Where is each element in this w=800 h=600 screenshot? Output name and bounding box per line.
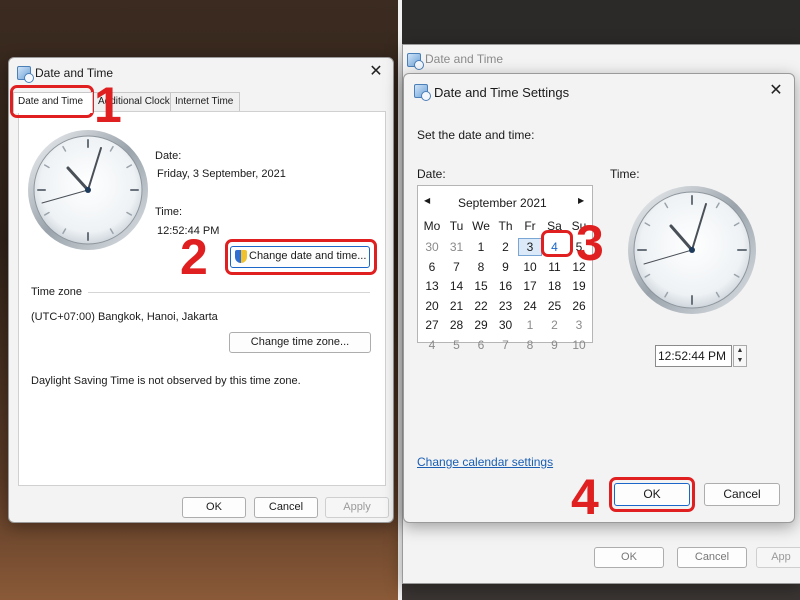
calendar-day[interactable]: 2 <box>494 238 518 256</box>
date-time-app-icon <box>407 53 424 70</box>
settings-title-bar: Date and Time Settings ✕ <box>404 74 794 104</box>
calendar-day[interactable]: 16 <box>494 277 518 295</box>
calendar-day[interactable]: 10 <box>518 258 542 276</box>
tab-date-and-time[interactable]: Date and Time <box>13 92 93 113</box>
timezone-value: (UTC+07:00) Bangkok, Hanoi, Jakarta <box>31 311 218 323</box>
calendar-day[interactable]: 18 <box>543 277 567 295</box>
calendar-day[interactable]: 30 <box>494 316 518 334</box>
step-number-2: 2 <box>180 229 208 285</box>
weekday-header: We <box>472 219 490 233</box>
calendar-day[interactable]: 14 <box>445 277 469 295</box>
tab-internet-time[interactable]: Internet Time <box>170 92 240 112</box>
step-number-4: 4 <box>571 469 599 525</box>
weekday-header: Tu <box>449 219 464 233</box>
calendar-day[interactable]: 5 <box>445 336 469 354</box>
next-month-icon[interactable]: ▶ <box>578 196 584 205</box>
calendar-day[interactable]: 15 <box>469 277 493 295</box>
calendar-day[interactable]: 9 <box>494 258 518 276</box>
calendar-day[interactable]: 3 <box>518 238 542 256</box>
spin-up-icon[interactable]: ▲ <box>734 346 746 356</box>
close-icon[interactable]: ✕ <box>366 62 386 82</box>
calendar-day[interactable]: 24 <box>518 297 542 315</box>
analog-clock <box>26 128 150 252</box>
calendar-day[interactable]: 10 <box>567 336 591 354</box>
spin-down-icon[interactable]: ▼ <box>734 356 746 366</box>
step-number-1: 1 <box>94 77 122 133</box>
calendar-day[interactable]: 22 <box>469 297 493 315</box>
change-time-zone-button[interactable]: Change time zone... <box>229 332 371 353</box>
highlight-day-4 <box>541 230 573 257</box>
background-cancel-button[interactable]: Cancel <box>677 547 747 568</box>
calendar-day[interactable]: 6 <box>420 258 444 276</box>
calendar-day[interactable]: 11 <box>543 258 567 276</box>
calendar-day[interactable]: 17 <box>518 277 542 295</box>
dst-note: Daylight Saving Time is not observed by … <box>31 375 301 387</box>
settings-cancel-button[interactable]: Cancel <box>704 483 780 506</box>
weekday-header: Mo <box>423 219 441 233</box>
calendar-day[interactable]: 3 <box>567 316 591 334</box>
calendar-day[interactable]: 29 <box>469 316 493 334</box>
date-time-app-icon <box>17 66 34 83</box>
ok-button[interactable]: OK <box>182 497 246 518</box>
step-number-3: 3 <box>576 215 604 271</box>
calendar-day[interactable]: 21 <box>445 297 469 315</box>
calendar-day[interactable]: 30 <box>420 238 444 256</box>
calendar-day[interactable]: 8 <box>518 336 542 354</box>
calendar-day[interactable]: 19 <box>567 277 591 295</box>
calendar-day[interactable]: 7 <box>445 258 469 276</box>
calendar-month-header[interactable]: September 2021 <box>458 196 547 210</box>
calendar-day[interactable]: 13 <box>420 277 444 295</box>
calendar-day[interactable]: 27 <box>420 316 444 334</box>
change-calendar-settings-link[interactable]: Change calendar settings <box>417 455 553 469</box>
calendar-day[interactable]: 6 <box>469 336 493 354</box>
timezone-heading: Time zone <box>31 286 82 298</box>
weekday-header: Fr <box>524 219 536 233</box>
highlight-ok-button <box>609 477 695 512</box>
settings-date-label: Date: <box>417 167 446 181</box>
prev-month-icon[interactable]: ◀ <box>424 196 430 205</box>
calendar-day[interactable]: 20 <box>420 297 444 315</box>
calendar-day[interactable]: 2 <box>543 316 567 334</box>
timezone-divider <box>88 292 370 293</box>
calendar-day[interactable]: 28 <box>445 316 469 334</box>
calendar-day[interactable]: 25 <box>543 297 567 315</box>
apply-button[interactable]: Apply <box>325 497 389 518</box>
date-time-app-icon <box>414 84 431 101</box>
calendar-day[interactable]: 1 <box>469 238 493 256</box>
calendar-day[interactable]: 8 <box>469 258 493 276</box>
calendar-day[interactable]: 4 <box>420 336 444 354</box>
background-apply-button[interactable]: App <box>756 547 800 568</box>
calendar-day[interactable]: 9 <box>543 336 567 354</box>
date-label: Date: <box>155 150 182 162</box>
calendar-day[interactable]: 7 <box>494 336 518 354</box>
background-ok-button[interactable]: OK <box>594 547 664 568</box>
calendar-day[interactable]: 26 <box>567 297 591 315</box>
analog-clock <box>628 186 756 314</box>
calendar-day[interactable]: 31 <box>445 238 469 256</box>
settings-time-label: Time: <box>610 167 640 181</box>
calendar: ◀ September 2021 ▶ Mo Tu We Th Fr Sa Su 30 31 1 2 3… <box>417 185 593 352</box>
close-icon[interactable]: ✕ <box>766 81 786 101</box>
weekday-header: Th <box>498 219 513 233</box>
background-dialog-title: Date and Time <box>425 52 504 66</box>
highlight-change-date-time-button <box>225 239 377 275</box>
set-date-time-instruction: Set the date and time: <box>417 128 535 142</box>
calendar-day[interactable]: 23 <box>494 297 518 315</box>
time-input[interactable]: 12:52:44 PM <box>655 345 732 367</box>
time-spinner[interactable]: ▲ ▼ <box>733 345 747 367</box>
title-bar: Date and Time ✕ <box>9 58 393 88</box>
cancel-button[interactable]: Cancel <box>254 497 318 518</box>
date-value: Friday, 3 September, 2021 <box>157 168 286 180</box>
settings-dialog-title: Date and Time Settings <box>434 85 570 100</box>
calendar-day[interactable]: 1 <box>518 316 542 334</box>
time-label: Time: <box>155 206 183 218</box>
